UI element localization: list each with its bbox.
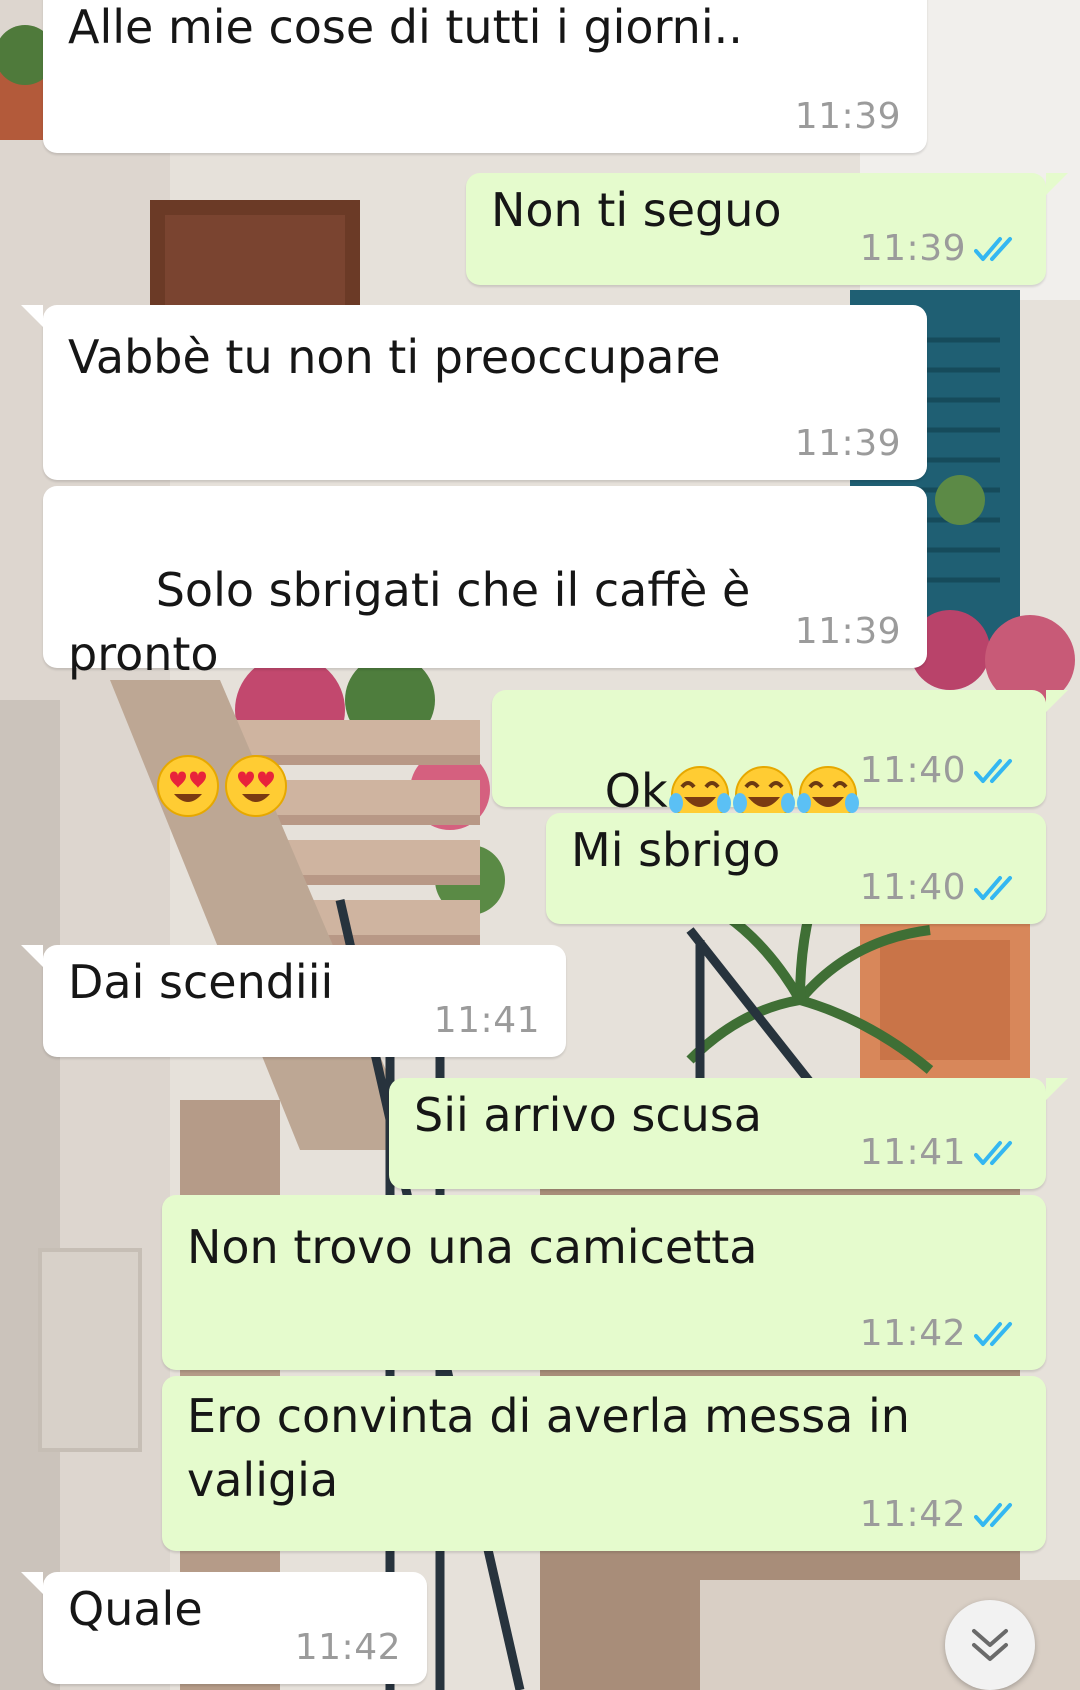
message-meta: 11:39 <box>795 611 901 652</box>
message-meta: 11:41 <box>860 1132 1020 1173</box>
read-double-check-icon <box>974 875 1012 900</box>
message-time: 11:39 <box>794 423 901 464</box>
heart-eyes-emoji <box>224 754 287 817</box>
message-outgoing[interactable]: Non trovo una camicetta 11:42 <box>162 1195 1046 1370</box>
message-text: Non trovo una camicetta <box>187 1220 758 1274</box>
message-time: 11:41 <box>859 1132 966 1173</box>
bubble-tail <box>21 945 43 967</box>
message-outgoing[interactable]: Ok 11:40 <box>492 690 1068 824</box>
message-meta: 11:40 <box>860 867 1020 908</box>
chevron-double-down-icon <box>972 1629 1008 1661</box>
message-text: Vabbè tu non ti preoccupare <box>68 330 721 384</box>
bubble-tail <box>21 1572 43 1594</box>
read-double-check-icon <box>974 1140 1012 1165</box>
message-outgoing[interactable]: Ero convinta di averla messa in valigia … <box>162 1376 1046 1551</box>
message-meta: 11:39 <box>795 423 901 464</box>
message-outgoing[interactable]: Non ti seguo 11:39 <box>466 173 1068 285</box>
scroll-to-bottom-button[interactable] <box>945 1600 1035 1690</box>
bubble-tail <box>1046 1078 1068 1100</box>
message-time: 11:40 <box>859 750 966 791</box>
message-time: 11:39 <box>859 228 966 269</box>
message-meta: 11:42 <box>860 1313 1020 1354</box>
bubble-tail <box>1046 690 1068 712</box>
message-meta: 11:40 <box>860 750 1020 791</box>
message-time: 11:39 <box>794 96 901 137</box>
read-double-check-icon <box>974 236 1012 261</box>
message-text-content: Solo sbrigati che il caffè è pronto <box>68 563 765 681</box>
message-meta: 11:39 <box>860 228 1020 269</box>
message-text: Alle mie cose di tutti i giorni.. <box>68 0 743 54</box>
chat-thread: Alle mie cose di tutti i giorni.. 11:39 … <box>0 0 1080 1690</box>
bubble-tail <box>1046 173 1068 195</box>
bubble-tail <box>21 305 43 327</box>
message-time: 11:41 <box>433 1000 540 1041</box>
heart-eyes-emoji <box>156 754 219 817</box>
read-double-check-icon <box>974 758 1012 783</box>
message-incoming[interactable]: Solo sbrigati che il caffè è pronto 11:3… <box>43 486 927 817</box>
message-time: 11:42 <box>859 1313 966 1354</box>
message-time: 11:42 <box>859 1494 966 1535</box>
message-meta: 11:39 <box>795 96 901 137</box>
message-outgoing[interactable]: Mi sbrigo 11:40 <box>546 813 1046 924</box>
message-meta: 11:42 <box>860 1494 1020 1535</box>
message-incoming[interactable]: Quale 11:42 <box>21 1572 427 1684</box>
message-outgoing[interactable]: Sii arrivo scusa 11:41 <box>389 1078 1068 1189</box>
message-text-content: Ok <box>604 764 668 818</box>
message-meta: 11:42 <box>295 1627 401 1668</box>
message-time: 11:39 <box>794 611 901 652</box>
message-time: 11:42 <box>294 1627 401 1668</box>
read-double-check-icon <box>974 1502 1012 1527</box>
message-incoming[interactable]: Alle mie cose di tutti i giorni.. 11:39 <box>43 0 927 153</box>
message-incoming[interactable]: Dai scendiii 11:41 <box>21 945 566 1057</box>
message-incoming[interactable]: Vabbè tu non ti preoccupare 11:39 <box>21 305 927 480</box>
read-double-check-icon <box>974 1321 1012 1346</box>
message-time: 11:40 <box>859 867 966 908</box>
message-meta: 11:41 <box>434 1000 540 1041</box>
message-text: Ero convinta di averla messa in valigia <box>187 1389 910 1507</box>
